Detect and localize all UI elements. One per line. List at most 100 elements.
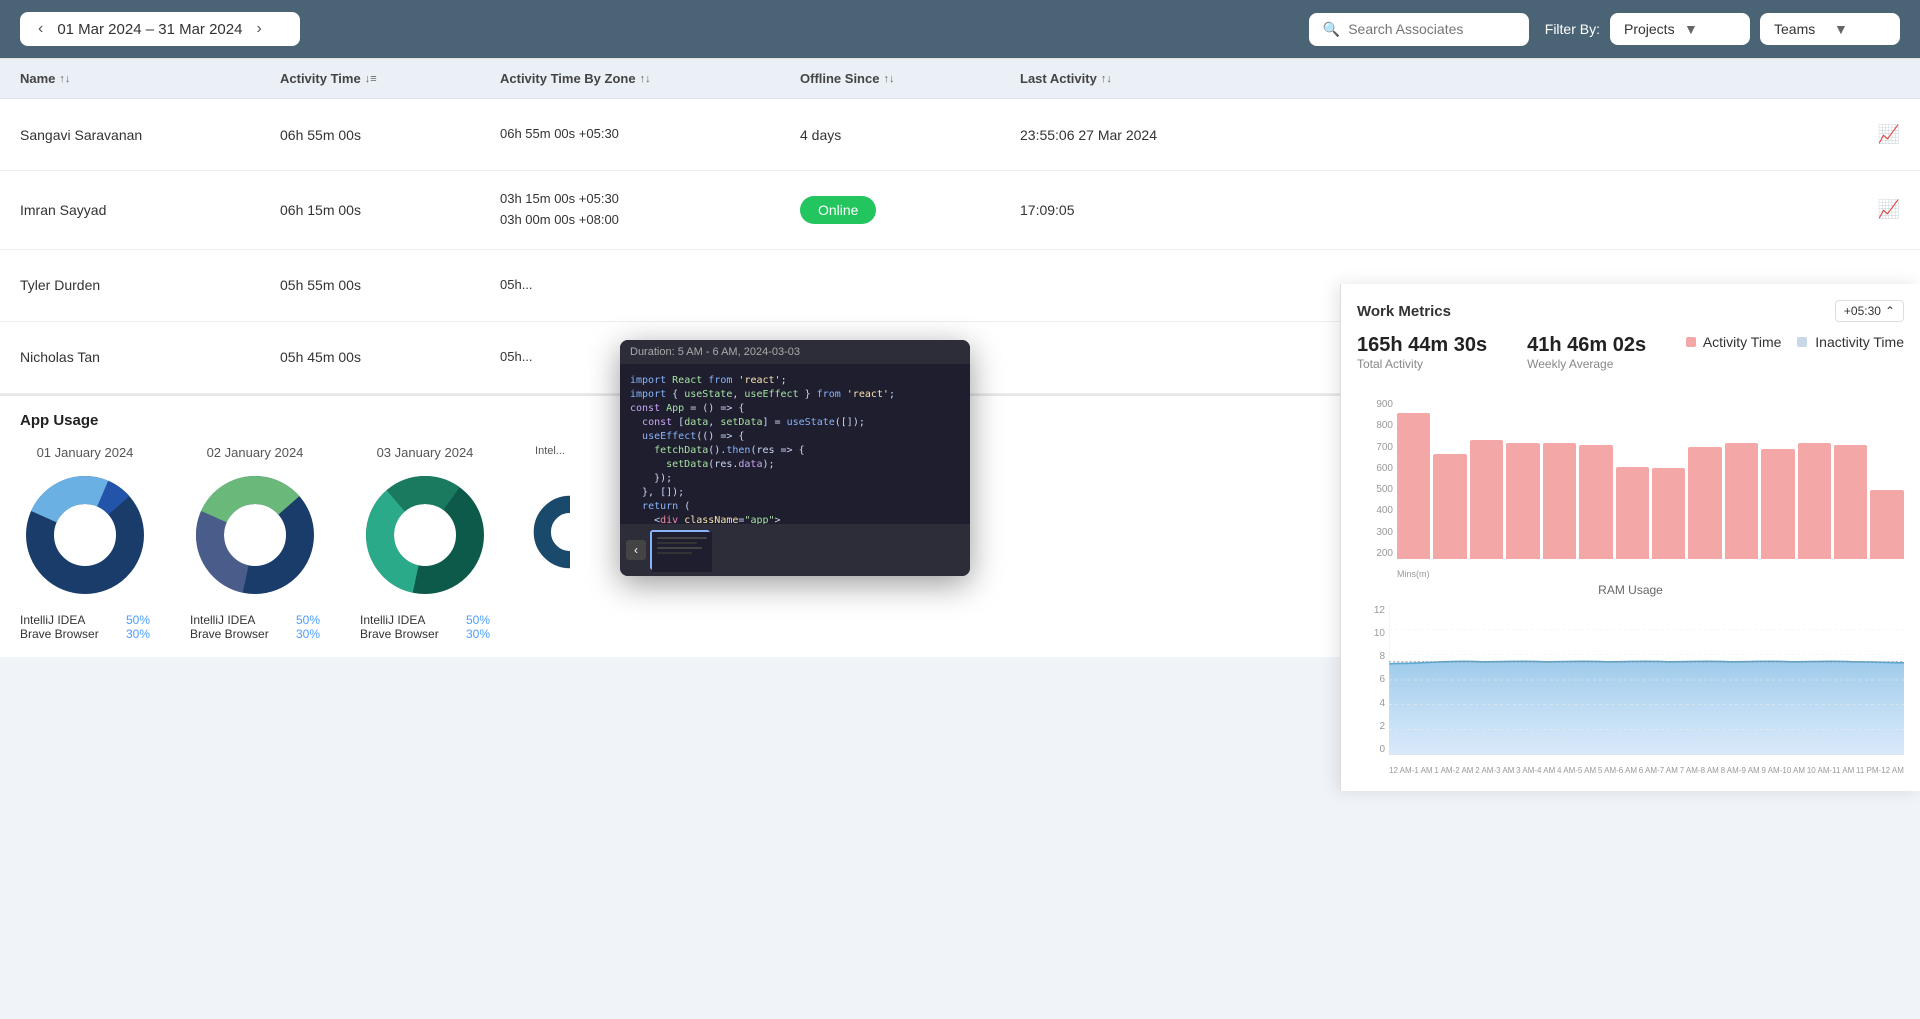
donut-item: 02 January 2024 IntelliJ IDEA50% Brave B… [190, 445, 320, 641]
projects-chevron-icon: ▼ [1684, 21, 1736, 37]
screenshot-overlay: Duration: 5 AM - 6 AM, 2024-03-03 import… [620, 340, 970, 576]
ram-x-labels: 12 AM-1 AM 1 AM-2 AM 2 AM-3 AM 3 AM-4 AM… [1389, 766, 1904, 775]
wm-timezone-chevron-icon: ⌃ [1885, 304, 1895, 318]
wm-total-activity-label: Total Activity [1357, 357, 1487, 371]
bar-group [1834, 399, 1867, 559]
filter-row: Filter By: Projects ▼ Teams ▼ [1545, 13, 1900, 45]
col-name[interactable]: Name ↑↓ [20, 71, 280, 86]
chart-trend-icon[interactable]: 📈 [1878, 199, 1900, 220]
legend-inactivity-label: Inactivity Time [1815, 334, 1904, 350]
bar-group [1470, 399, 1503, 559]
col-last-activity[interactable]: Last Activity ↑↓ [1020, 71, 1850, 86]
donut-item: 03 January 2024 IntelliJ IDEA50% Brave B… [360, 445, 490, 641]
row-activity-time: 06h 15m 00s [280, 202, 500, 218]
col-offline-since[interactable]: Offline Since ↑↓ [800, 71, 1020, 86]
date-range-nav[interactable]: ‹ 01 Mar 2024 – 31 Mar 2024 › [20, 12, 300, 46]
donut-chart [20, 470, 150, 600]
col-last-activity-label: Last Activity [1020, 71, 1097, 86]
ram-y-axis: 121086420 [1357, 605, 1385, 755]
wm-legend: Activity Time Inactivity Time [1686, 334, 1904, 350]
screenshot-nav[interactable]: ‹ [620, 524, 970, 576]
row-offline-since: 4 days [800, 127, 1020, 143]
bar-group [1397, 399, 1430, 559]
table-row: Imran Sayyad 06h 15m 00s 03h 15m 00s +05… [0, 171, 1920, 250]
bar [1543, 443, 1576, 559]
wm-header: Work Metrics +05:30 ⌃ [1357, 300, 1904, 322]
row-name: Nicholas Tan [20, 349, 280, 365]
online-badge: Online [800, 196, 876, 224]
bar-group [1543, 399, 1576, 559]
app-legend: IntelliJ IDEA50% Brave Browser30% [190, 613, 320, 641]
bar [1834, 445, 1867, 559]
row-activity-time: 05h 55m 00s [280, 277, 500, 293]
legend-inactivity: Inactivity Time [1797, 334, 1904, 350]
donut-date: 02 January 2024 [190, 445, 320, 460]
row-chart-action[interactable]: 📈 [1850, 124, 1900, 145]
wm-total-activity: 165h 44m 30s Total Activity [1357, 334, 1487, 371]
projects-filter-label: Projects [1624, 21, 1676, 37]
wm-title: Work Metrics [1357, 303, 1451, 320]
search-bar[interactable]: 🔍 [1309, 13, 1529, 46]
bar-group [1870, 399, 1903, 559]
y-axis-label: Mins(m) [1397, 569, 1430, 579]
donut-item: Intel... [530, 445, 570, 641]
bar [1725, 443, 1758, 559]
bar [1798, 443, 1831, 559]
row-online-status: Online [800, 202, 1020, 218]
row-activity-zone: 03h 15m 00s +05:3003h 00m 00s +08:00 [500, 189, 800, 231]
chart-trend-icon[interactable]: 📈 [1878, 124, 1900, 145]
screenshot-toolbar: Duration: 5 AM - 6 AM, 2024-03-03 [620, 340, 970, 364]
bar-group [1506, 399, 1539, 559]
col-activity-zone[interactable]: Activity Time By Zone ↑↓ [500, 71, 800, 86]
ram-chart [1389, 605, 1904, 755]
bar [1761, 449, 1794, 559]
table-row: Sangavi Saravanan 06h 55m 00s 06h 55m 00… [0, 99, 1920, 171]
thumb-image [652, 532, 712, 572]
screenshot-thumbnail[interactable] [650, 530, 710, 570]
bar-group [1761, 399, 1794, 559]
bar-group [1725, 399, 1758, 559]
col-activity-time-label: Activity Time [280, 71, 361, 86]
teams-chevron-icon: ▼ [1834, 21, 1886, 37]
activity-legend-dot [1686, 337, 1696, 347]
name-sort-icon: ↑↓ [59, 73, 70, 85]
wm-weekly-avg-value: 41h 46m 02s [1527, 334, 1646, 357]
ram-svg [1389, 605, 1904, 755]
row-activity-zone: 05h... [500, 275, 800, 296]
wm-timezone[interactable]: +05:30 ⌃ [1835, 300, 1904, 322]
screenshot-code: import React from 'react'; import { useS… [620, 364, 970, 524]
search-icon: 🔍 [1323, 21, 1340, 38]
bar-group [1798, 399, 1831, 559]
next-date-button[interactable]: › [252, 20, 265, 38]
legend-activity-label: Activity Time [1703, 334, 1782, 350]
bar [1433, 454, 1466, 559]
prev-date-button[interactable]: ‹ [34, 20, 47, 38]
screenshot-prev-btn[interactable]: ‹ [626, 540, 646, 560]
teams-filter-label: Teams [1774, 21, 1826, 37]
row-name: Sangavi Saravanan [20, 127, 280, 143]
activity-time-sort-icon: ↓≡ [365, 73, 377, 85]
offline-sort-icon: ↑↓ [883, 73, 894, 85]
app-legend: IntelliJ IDEA50% Brave Browser30% [20, 613, 150, 641]
teams-filter[interactable]: Teams ▼ [1760, 13, 1900, 45]
last-activity-sort-icon: ↑↓ [1101, 73, 1112, 85]
col-activity-time[interactable]: Activity Time ↓≡ [280, 71, 500, 86]
wm-timezone-value: +05:30 [1844, 304, 1881, 318]
row-activity-zone: 06h 55m 00s +05:30 [500, 124, 800, 145]
row-chart-action[interactable]: 📈 [1850, 199, 1900, 220]
filter-label: Filter By: [1545, 21, 1600, 37]
table-header: Name ↑↓ Activity Time ↓≡ Activity Time B… [0, 59, 1920, 99]
donut-date: 01 January 2024 [20, 445, 150, 460]
projects-filter[interactable]: Projects ▼ [1610, 13, 1750, 45]
bar [1579, 445, 1612, 559]
search-input[interactable] [1348, 21, 1508, 37]
bar-group [1652, 399, 1685, 559]
bar-group [1433, 399, 1466, 559]
wm-stats: 165h 44m 30s Total Activity 41h 46m 02s … [1357, 334, 1646, 371]
work-metrics-panel: Work Metrics +05:30 ⌃ 165h 44m 30s Total… [1340, 284, 1920, 791]
top-bar: ‹ 01 Mar 2024 – 31 Mar 2024 › 🔍 Filter B… [0, 0, 1920, 58]
wm-ram-title: RAM Usage [1357, 583, 1904, 597]
row-last-activity: 23:55:06 27 Mar 2024 [1020, 127, 1850, 143]
bar-chart [1397, 399, 1904, 559]
bar-group [1688, 399, 1721, 559]
